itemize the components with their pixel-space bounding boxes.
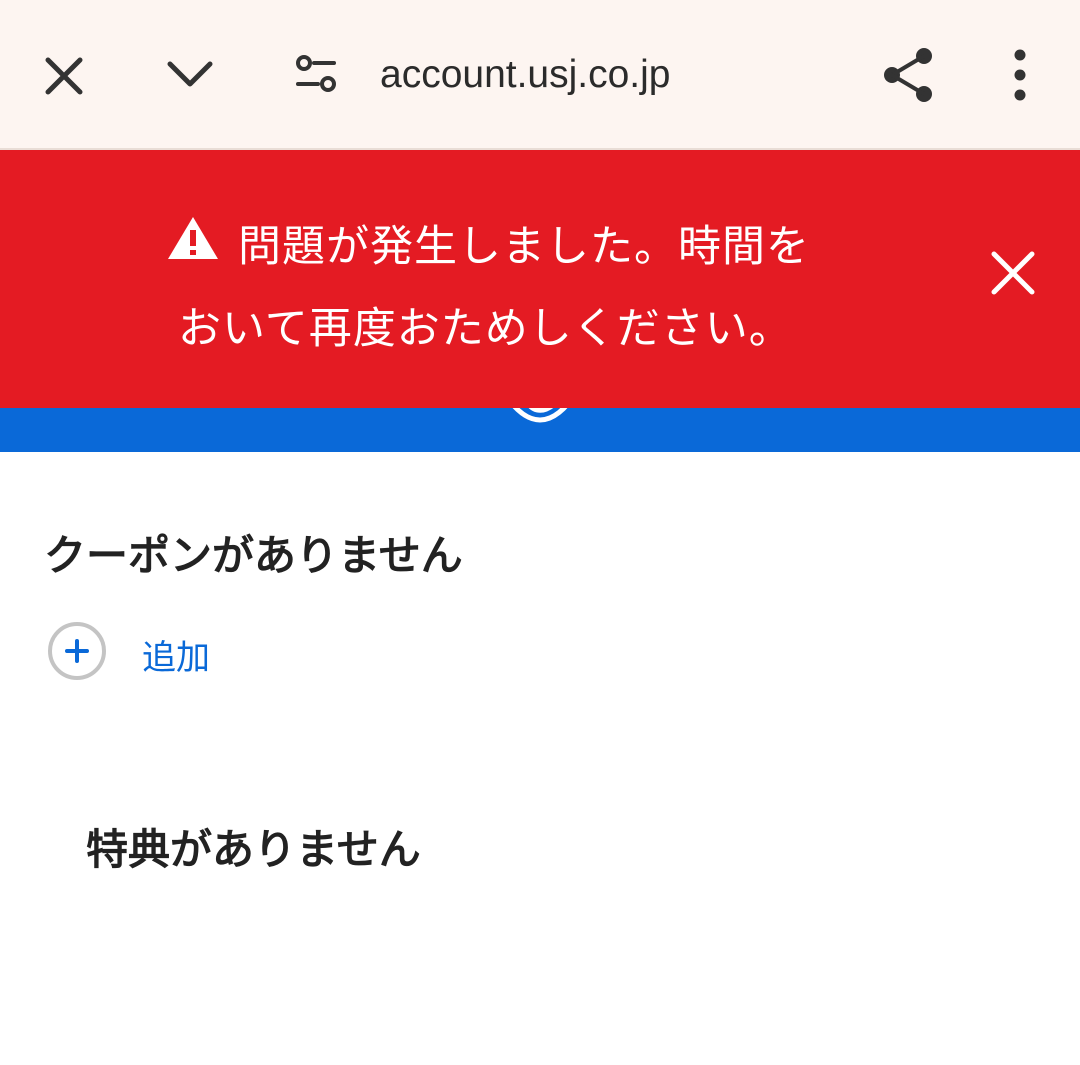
- add-coupon-label[interactable]: 追加: [142, 630, 210, 679]
- error-message-line1: 問題が発生しました。時間を: [238, 222, 810, 272]
- error-banner: [0, 150, 1080, 408]
- error-message-line2: おいて再度おためしください。: [178, 304, 793, 354]
- add-circle[interactable]: [48, 622, 106, 680]
- close-icon[interactable]: [40, 52, 88, 100]
- warning-icon: [168, 217, 218, 259]
- more-vert-icon[interactable]: [1006, 48, 1034, 102]
- url-text[interactable]: account.usj.co.jp: [380, 50, 671, 100]
- browser-toolbar: account.usj.co.jp: [0, 0, 1080, 150]
- coupons-empty-heading: クーポンがありません: [44, 531, 463, 580]
- share-icon[interactable]: [880, 46, 936, 104]
- close-icon[interactable]: [988, 248, 1038, 298]
- chevron-down-icon[interactable]: [164, 52, 216, 96]
- tune-icon[interactable]: [292, 54, 340, 94]
- benefits-empty-heading: 特典がありません: [86, 825, 421, 874]
- plus-icon: [65, 639, 89, 663]
